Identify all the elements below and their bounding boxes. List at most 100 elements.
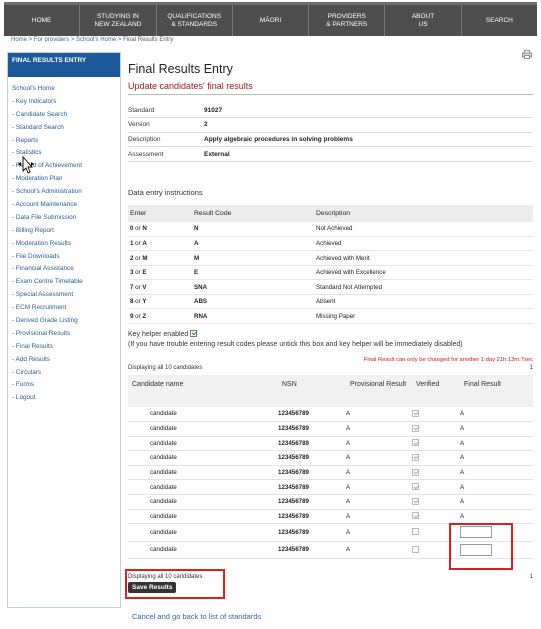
- col-nsn: NSN: [278, 374, 346, 407]
- displaying-count: Displaying all 10 candidates: [128, 364, 203, 371]
- verified-checkbox: [412, 409, 419, 417]
- sidebar-item-data-file-submission[interactable]: - Data File Submission: [12, 212, 116, 225]
- table-row: candidate 123456789 A A: [128, 509, 533, 525]
- code-desc: Achieved with Merit: [314, 250, 533, 266]
- code-value: E: [192, 265, 314, 281]
- cand-name: candidate: [128, 541, 278, 560]
- sidebar-item-financial-assistance[interactable]: - Financial Assistance: [12, 263, 116, 276]
- table-row: candidate 123456789 A A: [128, 494, 533, 510]
- sidebar-item-logout[interactable]: - Logout: [12, 392, 116, 405]
- breadcrumb-separator: >: [27, 37, 34, 43]
- page-number[interactable]: 1: [530, 574, 533, 580]
- code-value: N: [192, 221, 314, 237]
- nav-about[interactable]: ABOUT US: [385, 5, 462, 36]
- info-value: 2: [204, 117, 533, 133]
- info-key: Description: [128, 132, 204, 148]
- sidebar-item-account-maintenance[interactable]: - Account Maintenance: [12, 199, 116, 212]
- sidebar-item-candidate-search[interactable]: - Candidate Search: [12, 109, 116, 122]
- sidebar-item-standard-search[interactable]: - Standard Search: [12, 122, 116, 135]
- top-navigation: HOME STUDYING IN NEW ZEALAND QUALIFICATI…: [4, 2, 537, 36]
- cand-name: candidate: [128, 523, 278, 542]
- cand-nsn: 123456789: [278, 450, 346, 466]
- cand-name: candidate: [128, 465, 278, 481]
- verified-checkbox: [412, 512, 419, 520]
- code-keys: 8 or Y: [128, 294, 192, 310]
- cand-nsn: 123456789: [278, 494, 346, 510]
- sidebar-item-billing-report[interactable]: - Billing Report: [12, 225, 116, 238]
- sidebar-item-ecm-recruitment[interactable]: - ECM Recruitment: [12, 302, 116, 315]
- code-desc: Missing Paper: [314, 308, 533, 324]
- page-subtitle: Update candidates' final results: [128, 81, 533, 95]
- code-value: SNA: [192, 279, 314, 295]
- col-final-result: Final Result: [460, 374, 533, 407]
- cand-final: A: [460, 421, 533, 437]
- info-value: Apply algebraic procedures in solving pr…: [204, 132, 533, 148]
- code-row: 0 or N N Not Achieved: [128, 221, 533, 237]
- verified-checkbox: [412, 453, 419, 461]
- key-helper-checkbox[interactable]: [190, 329, 198, 337]
- cand-prov: A: [346, 406, 412, 422]
- nav-label: ABOUT US: [411, 12, 435, 28]
- code-row: 3 or E E Achieved with Excellence: [128, 265, 533, 281]
- cand-prov: A: [346, 494, 412, 510]
- sidebar-item-add-results[interactable]: - Add Results: [12, 354, 116, 367]
- breadcrumb: Home > For providers > School's Home > F…: [11, 37, 173, 43]
- cancel-link[interactable]: Cancel and go back to list of standards: [132, 612, 261, 621]
- nav-qualifications[interactable]: QUALIFICATIONS & STANDARDS: [157, 5, 233, 36]
- deadline-notice: Final Result can only be changed for ano…: [363, 356, 533, 363]
- cand-nsn: 123456789: [278, 509, 346, 525]
- code-value: RNA: [192, 308, 314, 324]
- nav-label: SEARCH: [485, 16, 513, 24]
- nav-home[interactable]: HOME: [4, 5, 81, 36]
- cand-prov: A: [346, 541, 412, 560]
- code-keys: 7 or V: [128, 279, 192, 295]
- sidebar-item-forms[interactable]: - Forms: [12, 379, 116, 392]
- info-value: 91027: [204, 103, 533, 119]
- breadcrumb-home[interactable]: Home: [11, 37, 27, 43]
- info-value: External: [204, 146, 533, 162]
- cand-verified: [412, 494, 460, 510]
- cand-nsn: 123456789: [278, 421, 346, 437]
- verified-checkbox: [412, 528, 419, 536]
- sidebar-item-derived-grade-listing[interactable]: - Derived Grade Listing: [12, 315, 116, 328]
- info-row: Standard 91027: [128, 103, 533, 119]
- cand-prov: A: [346, 509, 412, 525]
- verified-checkbox: [412, 424, 419, 432]
- cand-prov: A: [346, 479, 412, 495]
- sidebar-item-circulars[interactable]: - Circulars: [12, 367, 116, 380]
- cand-prov: A: [346, 436, 412, 452]
- result-codes-table: Enter Result Code Description 0 or N N Not…: [128, 204, 533, 324]
- sidebar-item-schools-administration[interactable]: - School's Administration: [12, 186, 116, 199]
- nav-maori[interactable]: MĀORI: [233, 5, 310, 36]
- table-row: candidate 123456789 A A: [128, 465, 533, 481]
- page-number[interactable]: 1: [530, 365, 533, 371]
- code-value: A: [192, 236, 314, 252]
- nav-label: MĀORI: [259, 16, 282, 24]
- breadcrumb-providers[interactable]: For providers: [34, 37, 69, 43]
- nav-search[interactable]: SEARCH: [462, 5, 537, 36]
- nav-label: QUALIFICATIONS & STANDARDS: [167, 12, 222, 28]
- sidebar-item-key-indicators[interactable]: - Key Indicators: [12, 96, 116, 109]
- sidebar-item-file-downloads[interactable]: - File Downloads: [12, 251, 116, 264]
- sidebar-item-provisional-results[interactable]: - Provisional Results: [12, 328, 116, 341]
- sidebar-item-exam-centre-timetable[interactable]: - Exam Centre Timetable: [12, 276, 116, 289]
- nav-studying[interactable]: STUDYING IN NEW ZEALAND: [80, 5, 157, 36]
- info-key: Version: [128, 117, 204, 133]
- sidebar-item-schools-home[interactable]: School's Home: [12, 83, 116, 96]
- breadcrumb-school-home[interactable]: School's Home: [76, 37, 116, 43]
- nav-providers[interactable]: PROVIDERS & PARTNERS: [309, 5, 386, 36]
- code-keys: 3 or E: [128, 265, 192, 281]
- code-row: 1 or A A Achieved: [128, 236, 533, 252]
- verified-checkbox: [412, 483, 419, 491]
- sidebar-item-moderation-results[interactable]: - Moderation Results: [12, 238, 116, 251]
- cand-nsn: 123456789: [278, 523, 346, 542]
- sidebar-item-special-assessment[interactable]: - Special Assessment: [12, 289, 116, 302]
- code-keys: 0 or N: [128, 221, 192, 237]
- cand-verified: [412, 406, 460, 422]
- sidebar-item-reports[interactable]: - Reports: [12, 135, 116, 148]
- breadcrumb-current: Final Results Entry: [123, 37, 174, 43]
- sidebar-item-final-results[interactable]: - Final Results: [12, 341, 116, 354]
- page-title: Final Results Entry: [128, 62, 233, 76]
- cand-name: candidate: [128, 406, 278, 422]
- table-row: candidate 123456789 A A: [128, 479, 533, 495]
